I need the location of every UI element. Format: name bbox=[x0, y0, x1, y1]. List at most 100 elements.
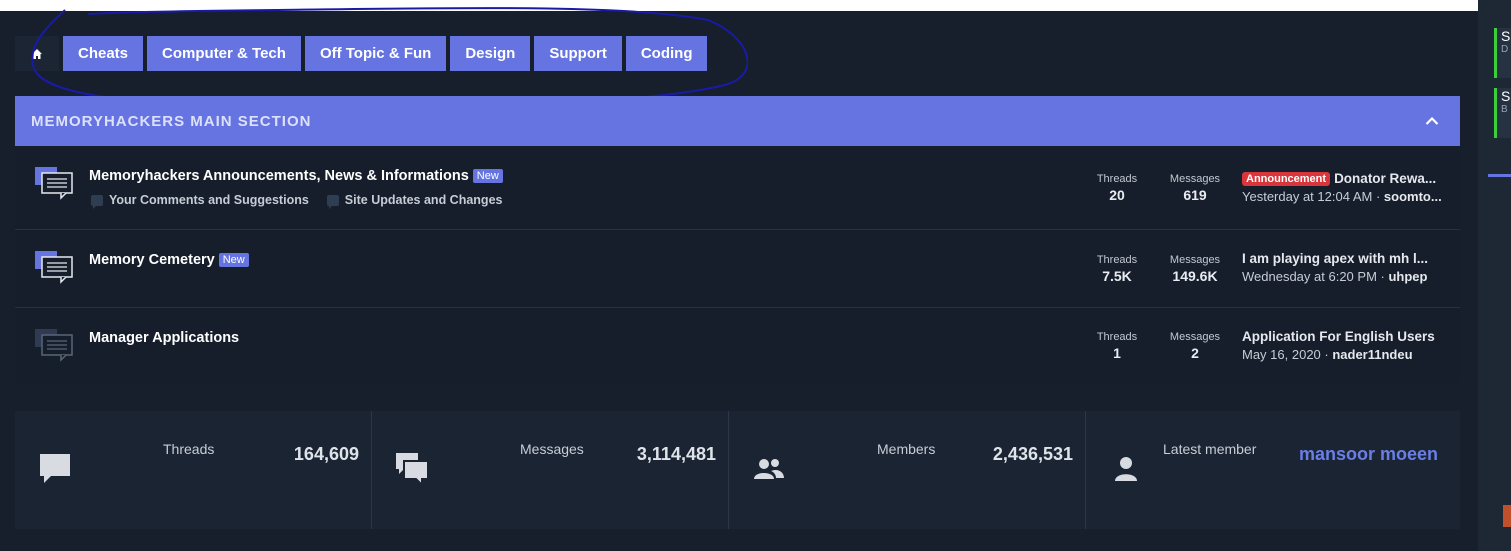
forum-chat-icon bbox=[35, 251, 73, 284]
forum-title-link[interactable]: Memory Cemetery New bbox=[89, 252, 249, 268]
section-header: MEMORYHACKERS MAIN SECTION bbox=[15, 96, 1460, 146]
latest-member: Latest member mansoor moeen bbox=[1086, 411, 1460, 529]
sidebar-card[interactable]: S B bbox=[1494, 88, 1511, 138]
comment-icon bbox=[40, 454, 70, 483]
members-total-value: 2,436,531 bbox=[992, 444, 1073, 464]
latest-post-link[interactable]: Announcement Donator Rewa... bbox=[1242, 171, 1442, 186]
latest-post-time: Wednesday at 6:20 PM bbox=[1242, 269, 1377, 284]
threads-value: 7.5K bbox=[1102, 268, 1132, 284]
messages-label: Messages bbox=[1169, 331, 1221, 343]
latest-member-label: Latest member bbox=[1163, 441, 1257, 457]
users-icon bbox=[754, 459, 784, 479]
forum-node: Memoryhackers Announcements, News & Info… bbox=[15, 146, 1460, 230]
members-total-label: Members bbox=[877, 441, 936, 457]
latest-post-user[interactable]: uhpep bbox=[1388, 269, 1427, 284]
messages-total-label: Messages bbox=[520, 441, 584, 457]
forum-chat-icon bbox=[35, 329, 73, 362]
forum-title: Memoryhackers Announcements, News & Info… bbox=[89, 168, 469, 184]
latest-post-meta: Wednesday at 6:20 PM · uhpep bbox=[1242, 269, 1442, 284]
messages-total-value: 3,114,481 bbox=[636, 444, 716, 464]
total-members: Members 2,436,531 bbox=[729, 411, 1086, 529]
threads-stat: Threads 20 bbox=[1095, 173, 1139, 203]
messages-value: 149.6K bbox=[1172, 268, 1218, 284]
messages-stat: Messages 149.6K bbox=[1163, 254, 1227, 284]
latest-post-user[interactable]: nader11ndeu bbox=[1332, 347, 1412, 362]
total-threads: Threads 164,609 bbox=[15, 411, 372, 529]
latest-post-link[interactable]: I am playing apex with mh l... bbox=[1242, 251, 1442, 266]
chevron-up-icon bbox=[1425, 116, 1439, 125]
latest-post-title: Application For English Users bbox=[1242, 329, 1435, 344]
sidebar-accent-line bbox=[1488, 174, 1511, 177]
latest-post-link[interactable]: Application For English Users bbox=[1242, 329, 1442, 344]
messages-stat: Messages 2 bbox=[1163, 331, 1227, 361]
new-badge: New bbox=[218, 253, 249, 267]
comments-icon bbox=[396, 453, 429, 487]
latest-post-time: May 16, 2020 bbox=[1242, 347, 1321, 362]
messages-value: 2 bbox=[1191, 345, 1199, 361]
forum-chat-icon bbox=[35, 167, 73, 200]
threads-total-label: Threads bbox=[163, 441, 215, 457]
forum-node: Manager Applications Threads 1 Messages … bbox=[15, 308, 1460, 383]
subforum-label: Site Updates and Changes bbox=[344, 193, 503, 207]
home-icon bbox=[32, 48, 42, 59]
threads-label: Threads bbox=[1096, 331, 1138, 343]
meta-separator: · bbox=[1376, 269, 1389, 284]
latest-post-user[interactable]: soomto... bbox=[1384, 189, 1442, 204]
forum-statistics: Threads 164,609 Messages 3,114,481 Membe… bbox=[15, 411, 1460, 529]
latest-member-link[interactable]: mansoor moeen bbox=[1299, 444, 1438, 465]
home-button[interactable] bbox=[15, 36, 59, 71]
threads-value: 1 bbox=[1113, 345, 1121, 361]
sidebar-card-title: S bbox=[1501, 28, 1511, 44]
messages-stat: Messages 619 bbox=[1163, 173, 1227, 203]
tab-coding[interactable]: Coding bbox=[625, 36, 708, 71]
total-messages: Messages 3,114,481 bbox=[372, 411, 729, 529]
sidebar-card-sub: D bbox=[1501, 44, 1509, 55]
tab-cheats[interactable]: Cheats bbox=[63, 36, 144, 71]
forum-title: Memory Cemetery bbox=[89, 252, 215, 268]
threads-label: Threads bbox=[1096, 254, 1138, 266]
collapse-button[interactable] bbox=[1422, 111, 1442, 131]
subforum-link[interactable]: Your Comments and Suggestions bbox=[91, 193, 309, 209]
meta-separator: · bbox=[1372, 189, 1384, 204]
forum-title-link[interactable]: Manager Applications bbox=[89, 330, 239, 346]
subforum-icon bbox=[326, 194, 339, 209]
user-icon bbox=[1115, 457, 1137, 481]
sidebar-thumbnail bbox=[1503, 505, 1511, 527]
top-white-strip bbox=[0, 0, 1478, 11]
section-title: MEMORYHACKERS MAIN SECTION bbox=[31, 112, 312, 130]
forum-title: Manager Applications bbox=[89, 330, 240, 346]
new-badge: New bbox=[472, 169, 503, 183]
latest-post-time: Yesterday at 12:04 AM bbox=[1242, 189, 1373, 204]
sidebar-card-title: S bbox=[1501, 88, 1511, 104]
tab-off-topic-fun[interactable]: Off Topic & Fun bbox=[304, 36, 447, 71]
meta-separator: · bbox=[1320, 347, 1333, 362]
subforum-icon bbox=[91, 194, 103, 209]
subforum-label: Your Comments and Suggestions bbox=[109, 193, 309, 207]
tab-computer-tech[interactable]: Computer & Tech bbox=[147, 36, 301, 71]
threads-stat: Threads 7.5K bbox=[1095, 254, 1139, 284]
latest-post-meta: Yesterday at 12:04 AM · soomto... bbox=[1242, 189, 1442, 204]
latest-post: I am playing apex with mh l... Wednesday… bbox=[1242, 251, 1442, 284]
messages-label: Messages bbox=[1169, 254, 1221, 266]
latest-post-meta: May 16, 2020 · nader11ndeu bbox=[1242, 347, 1442, 362]
sidebar-card-sub: B bbox=[1501, 104, 1508, 115]
threads-value: 20 bbox=[1109, 187, 1125, 203]
threads-label: Threads bbox=[1096, 173, 1138, 185]
subforum-list: Your Comments and Suggestions Site Updat… bbox=[91, 193, 503, 209]
threads-stat: Threads 1 bbox=[1095, 331, 1139, 361]
subforum-link[interactable]: Site Updates and Changes bbox=[326, 193, 503, 209]
latest-post: Application For English Users May 16, 20… bbox=[1242, 329, 1442, 362]
main-section: MEMORYHACKERS MAIN SECTION Memoryhackers… bbox=[15, 96, 1460, 383]
latest-post: Announcement Donator Rewa... Yesterday a… bbox=[1242, 171, 1442, 204]
right-sidebar: S D S B bbox=[1478, 0, 1511, 551]
sidebar-card[interactable]: S D bbox=[1494, 28, 1511, 78]
messages-label: Messages bbox=[1169, 173, 1221, 185]
category-nav: Cheats Computer & Tech Off Topic & Fun D… bbox=[15, 36, 708, 71]
forum-title-link[interactable]: Memoryhackers Announcements, News & Info… bbox=[89, 168, 503, 184]
tab-support[interactable]: Support bbox=[534, 36, 622, 71]
threads-total-value: 164,609 bbox=[293, 444, 359, 464]
latest-post-title: I am playing apex with mh l... bbox=[1242, 251, 1429, 266]
tab-design[interactable]: Design bbox=[450, 36, 531, 71]
messages-value: 619 bbox=[1183, 187, 1207, 203]
announcement-badge: Announcement bbox=[1242, 171, 1331, 186]
